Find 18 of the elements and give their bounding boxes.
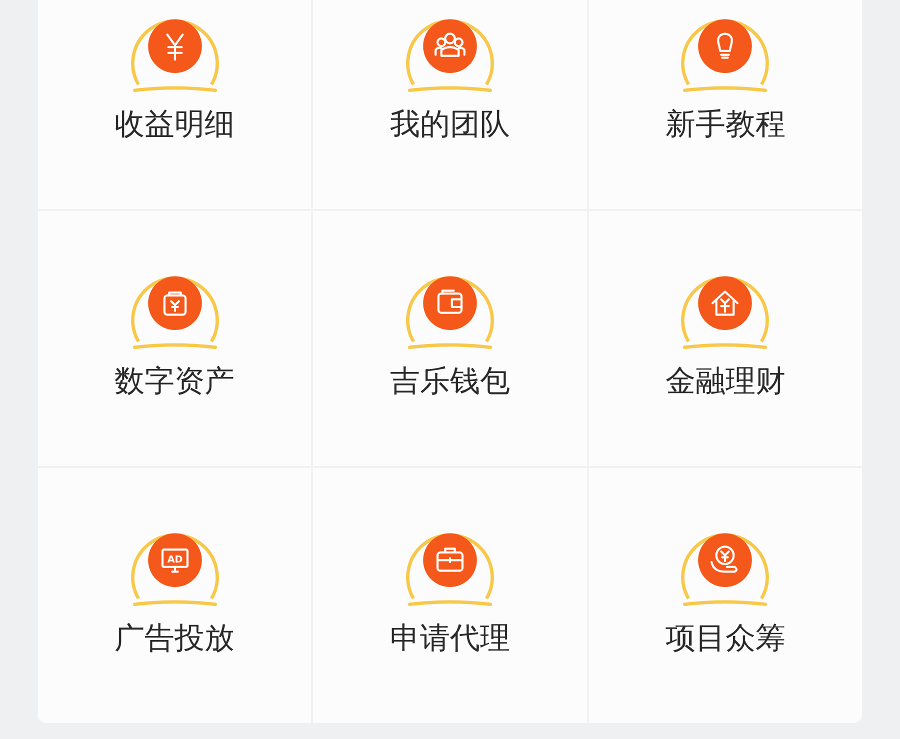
menu-tile[interactable]: 申请代理 <box>313 468 587 723</box>
menu-tile[interactable]: 数字资产 <box>38 211 312 466</box>
menu-tile[interactable]: 新手教程 <box>588 0 862 209</box>
menu-label: 我的团队 <box>390 110 510 140</box>
menu-tile[interactable]: 金融理财 <box>588 211 862 466</box>
menu-tile[interactable]: AD 广告投放 <box>38 468 312 723</box>
menu-tile[interactable]: 我的团队 <box>313 0 587 209</box>
menu-tile[interactable]: 收益明细 <box>38 0 312 209</box>
menu-label: 申请代理 <box>390 624 510 654</box>
menu-tile[interactable]: 吉乐钱包 <box>313 211 587 466</box>
menu-label: 项目众筹 <box>665 624 786 654</box>
menu-label: 新手教程 <box>665 110 786 140</box>
menu-label: 数字资产 <box>114 367 235 397</box>
menu-tile[interactable]: 项目众筹 <box>588 468 862 723</box>
menu-label: 金融理财 <box>665 367 786 397</box>
menu-label: 吉乐钱包 <box>390 367 510 397</box>
menu-label: 收益明细 <box>114 110 235 140</box>
menu-label: 广告投放 <box>114 624 235 654</box>
